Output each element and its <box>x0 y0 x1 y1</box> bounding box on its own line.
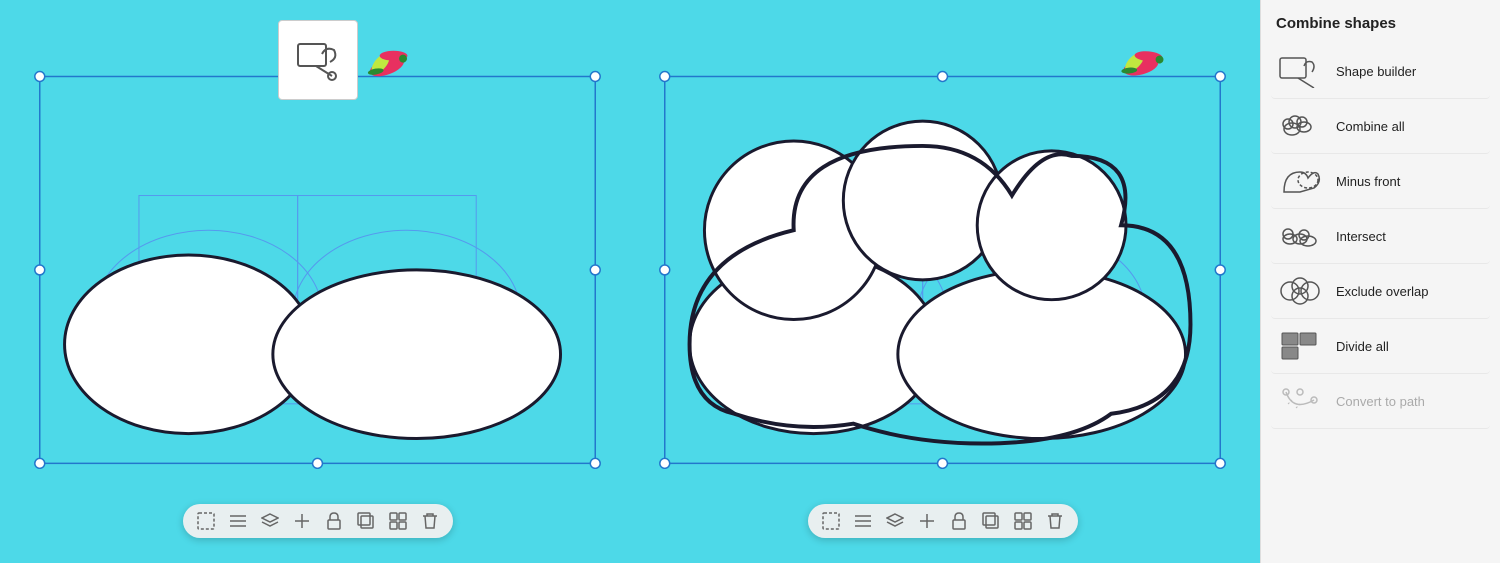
convert-to-path-icon <box>1276 382 1324 420</box>
toolbar-lock-btn[interactable] <box>323 510 345 532</box>
panel-item-divide-all[interactable]: Divide all <box>1271 319 1490 374</box>
shape-builder-icon-box <box>278 20 358 100</box>
toolbar-select-btn[interactable] <box>195 510 217 532</box>
convert-to-path-label: Convert to path <box>1336 394 1425 409</box>
canvas-area <box>0 0 1260 563</box>
minus-front-label: Minus front <box>1336 174 1400 189</box>
right-toolbar-layers-btn[interactable] <box>884 510 906 532</box>
left-canvas-panel <box>10 10 625 553</box>
toolbar-group-btn[interactable] <box>387 510 409 532</box>
panel-item-minus-front[interactable]: Minus front <box>1271 154 1490 209</box>
right-toolbar-add-btn[interactable] <box>916 510 938 532</box>
right-toolbar[interactable] <box>808 504 1078 538</box>
panel-title: Combine shapes <box>1271 15 1490 32</box>
shape-builder-panel-icon <box>1276 52 1324 90</box>
combine-all-label: Combine all <box>1336 119 1405 134</box>
toolbar-duplicate-btn[interactable] <box>355 510 377 532</box>
right-toolbar-delete-btn[interactable] <box>1044 510 1066 532</box>
toolbar-layers-btn[interactable] <box>259 510 281 532</box>
panel-item-combine-all[interactable]: Combine all <box>1271 99 1490 154</box>
right-panel: Combine shapes Shape builder Combine all <box>1260 0 1500 563</box>
exclude-overlap-icon <box>1276 272 1324 310</box>
panel-item-exclude-overlap[interactable]: Exclude overlap <box>1271 264 1490 319</box>
shape-builder-label: Shape builder <box>1336 64 1416 79</box>
right-toolbar-group-btn[interactable] <box>1012 510 1034 532</box>
right-toolbar-duplicate-btn[interactable] <box>980 510 1002 532</box>
toolbar-align-btn[interactable] <box>227 510 249 532</box>
left-toolbar[interactable] <box>183 504 453 538</box>
divide-all-icon <box>1276 327 1324 365</box>
panel-item-convert-to-path[interactable]: Convert to path <box>1271 374 1490 429</box>
combine-all-icon <box>1276 107 1324 145</box>
right-toolbar-align-btn[interactable] <box>852 510 874 532</box>
divide-all-label: Divide all <box>1336 339 1389 354</box>
intersect-icon <box>1276 217 1324 255</box>
right-canvas-panel <box>635 10 1250 553</box>
right-canvas-frame <box>635 15 1250 505</box>
intersect-label: Intersect <box>1336 229 1386 244</box>
right-toolbar-select-btn[interactable] <box>820 510 842 532</box>
panel-item-intersect[interactable]: Intersect <box>1271 209 1490 264</box>
toolbar-add-btn[interactable] <box>291 510 313 532</box>
minus-front-icon <box>1276 162 1324 200</box>
panel-item-shape-builder[interactable]: Shape builder <box>1271 44 1490 99</box>
exclude-overlap-label: Exclude overlap <box>1336 284 1429 299</box>
toolbar-delete-btn[interactable] <box>419 510 441 532</box>
right-toolbar-lock-btn[interactable] <box>948 510 970 532</box>
